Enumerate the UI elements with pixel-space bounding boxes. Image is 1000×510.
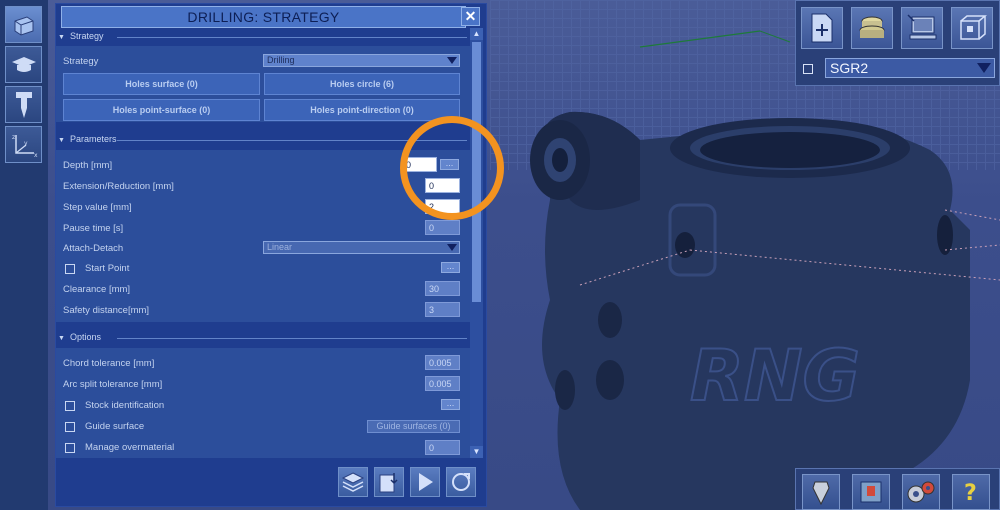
start-point-more-button[interactable]: … [441, 262, 460, 273]
help-icon[interactable]: ? [952, 474, 990, 510]
holes-surface-button[interactable]: Holes surface (0) [63, 73, 260, 95]
axes-icon[interactable]: z yx [5, 126, 42, 163]
chord-tolerance-input[interactable]: 0.005 [425, 355, 460, 370]
play-icon[interactable] [410, 467, 440, 497]
guide-surfaces-button[interactable]: Guide surfaces (0) [367, 420, 460, 433]
clearance-label: Clearance [mm] [63, 284, 131, 295]
gears-icon[interactable] [902, 474, 940, 510]
clipboard-export-icon[interactable] [374, 467, 404, 497]
stock-stack-icon[interactable] [851, 7, 893, 49]
highlight-ring [400, 116, 504, 220]
panel-title: DRILLING: STRATEGY [61, 6, 466, 28]
chord-tolerance-label: Chord tolerance [mm] [63, 358, 155, 369]
chevron-down-icon [977, 63, 991, 73]
divider [117, 37, 467, 38]
pause-input[interactable]: 0 [425, 220, 460, 235]
stock-more-button[interactable]: … [441, 399, 460, 410]
cube-icon[interactable] [5, 6, 42, 43]
manage-overmaterial-label: Manage overmaterial [85, 442, 175, 453]
tool-cone-icon[interactable] [802, 474, 840, 510]
arc-split-tolerance-label: Arc split tolerance [mm] [63, 379, 163, 390]
refresh-icon[interactable] [446, 467, 476, 497]
left-toolbar: z yx [0, 0, 48, 510]
svg-text:z: z [12, 134, 15, 141]
attach-detach-label: Attach-Detach [63, 243, 124, 254]
close-button[interactable]: ✕ [461, 7, 480, 26]
divider [117, 338, 467, 339]
panel-scrollbar[interactable]: ▲ ▼ [470, 28, 483, 458]
guide-surface-label: Guide surface [85, 421, 145, 432]
arc-split-tolerance-input[interactable]: 0.005 [425, 376, 460, 391]
scroll-down-icon[interactable]: ▼ [470, 446, 483, 458]
chevron-down-icon [447, 244, 457, 251]
svg-text:y: y [24, 140, 28, 147]
computer-icon[interactable] [901, 7, 943, 49]
stock-identification-label: Stock identification [85, 400, 165, 411]
safety-distance-input[interactable]: 3 [425, 302, 460, 317]
guide-surface-checkbox[interactable] [65, 422, 75, 432]
pause-label: Pause time [s] [63, 223, 124, 234]
collapse-triangle-icon: ▼ [58, 137, 65, 144]
sgr2-checkbox[interactable] [803, 64, 813, 74]
start-point-label: Start Point [85, 263, 130, 274]
step-label: Step value [mm] [63, 202, 132, 213]
holes-point-surface-button[interactable]: Holes point-surface (0) [63, 99, 260, 121]
svg-text:x: x [34, 152, 38, 159]
manage-overmaterial-checkbox[interactable] [65, 443, 75, 453]
strategy-dropdown[interactable]: Drilling [263, 54, 460, 67]
section-parameters-header[interactable]: ▼ Parameters [55, 134, 116, 148]
layers-icon[interactable] [338, 467, 368, 497]
scroll-up-icon[interactable]: ▲ [470, 28, 483, 40]
view-cube-icon[interactable] [951, 7, 993, 49]
svg-text:RNG: RNG [690, 335, 860, 417]
setup-dropdown[interactable]: SGR2 [825, 58, 995, 78]
stock-identification-checkbox[interactable] [65, 401, 75, 411]
holes-point-direction-button[interactable]: Holes point-direction (0) [264, 99, 460, 121]
drill-tool-icon[interactable] [5, 86, 42, 123]
section-options-header[interactable]: ▼ Options [55, 332, 101, 346]
attach-detach-dropdown[interactable]: Linear [263, 241, 460, 254]
svg-text:?: ? [964, 481, 977, 506]
machine-icon[interactable] [852, 474, 890, 510]
depth-label: Depth [mm] [63, 160, 113, 171]
strategy-label: Strategy [63, 56, 99, 67]
chevron-down-icon [447, 57, 457, 64]
add-page-icon[interactable] [801, 7, 843, 49]
start-point-checkbox[interactable] [65, 264, 75, 274]
extension-label: Extension/Reduction [mm] [63, 181, 174, 192]
overmaterial-input[interactable]: 0 [425, 440, 460, 455]
holes-circle-button[interactable]: Holes circle (6) [264, 73, 460, 95]
section-strategy-header[interactable]: ▼ Strategy [55, 31, 103, 45]
graduation-cap-icon[interactable] [5, 46, 42, 83]
collapse-triangle-icon: ▼ [58, 335, 65, 342]
clearance-input[interactable]: 30 [425, 281, 460, 296]
collapse-triangle-icon: ▼ [58, 34, 65, 41]
safety-distance-label: Safety distance[mm] [63, 305, 150, 316]
